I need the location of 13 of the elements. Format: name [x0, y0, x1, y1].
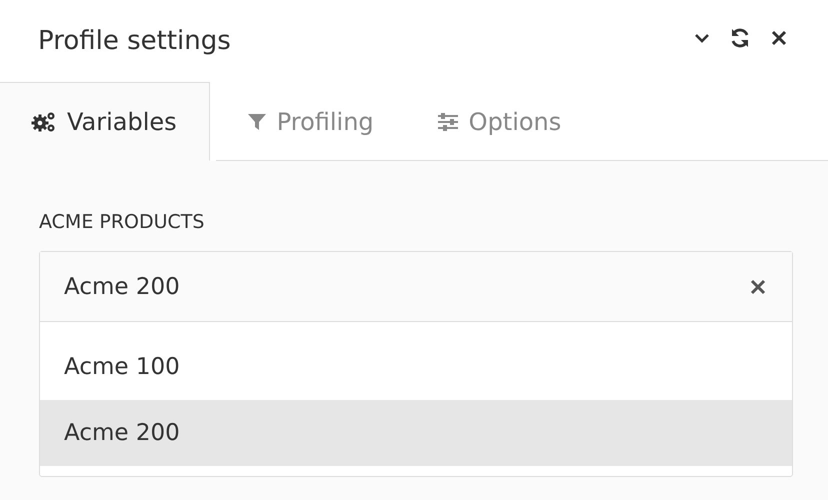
gears-icon [31, 110, 57, 132]
clear-icon[interactable] [750, 278, 766, 294]
close-icon[interactable] [770, 29, 788, 47]
dropdown-option[interactable]: Acme 200 [40, 400, 792, 466]
sliders-icon [436, 112, 459, 132]
select-field[interactable]: Acme 200 [40, 252, 792, 322]
tab[interactable]: Variables [0, 82, 210, 161]
chevron-down-icon[interactable] [694, 32, 710, 44]
tab[interactable]: Profiling [216, 82, 406, 161]
tab[interactable]: Options [406, 82, 594, 161]
filter-icon [246, 112, 267, 132]
panel-title: Profile settings [38, 26, 231, 56]
field-label: ACME PRODUCTS [39, 211, 206, 233]
